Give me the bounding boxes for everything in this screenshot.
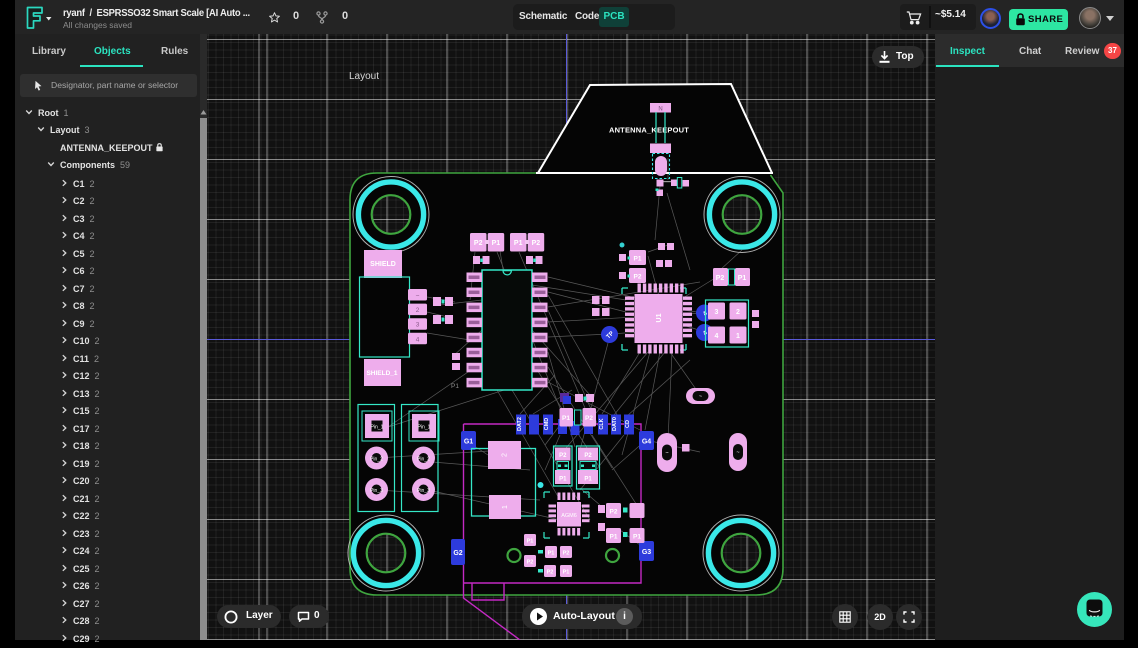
- svg-text:P1: P1: [562, 415, 570, 422]
- svg-text:N: N: [658, 107, 662, 113]
- svg-text:G4: G4: [642, 439, 651, 446]
- svg-text:P1: P1: [451, 383, 459, 390]
- svg-text:P2: P2: [527, 560, 534, 566]
- svg-text:P1: P1: [584, 477, 592, 483]
- svg-text:~: ~: [699, 394, 702, 400]
- svg-text:2: 2: [416, 307, 420, 314]
- svg-text:P2: P2: [584, 453, 592, 459]
- svg-text:Pin_2: Pin_2: [370, 457, 383, 463]
- svg-text:SHIELD: SHIELD: [370, 261, 396, 268]
- svg-text:P2: P2: [563, 551, 570, 557]
- svg-text:P1: P1: [527, 539, 534, 545]
- svg-text:CMD: CMD: [544, 418, 550, 431]
- svg-text:1: 1: [502, 505, 509, 509]
- svg-text:AGM6: AGM6: [561, 513, 577, 519]
- svg-text:G1: G1: [464, 439, 473, 446]
- svg-text:P2: P2: [585, 415, 593, 422]
- svg-text:Pin_1: Pin_1: [371, 425, 384, 431]
- svg-text:4: 4: [715, 333, 719, 340]
- svg-text:Pin_2: Pin_2: [417, 457, 430, 463]
- svg-text:DAT2: DAT2: [517, 417, 523, 431]
- svg-text:G2: G2: [453, 550, 462, 557]
- svg-text:P2: P2: [547, 570, 554, 576]
- svg-text:P1: P1: [559, 477, 567, 483]
- svg-text:P1: P1: [548, 551, 555, 557]
- svg-text:P2: P2: [610, 509, 618, 516]
- svg-text:G3: G3: [642, 549, 651, 556]
- svg-text:2: 2: [736, 309, 740, 316]
- svg-text:P2: P2: [532, 240, 541, 247]
- svg-text:P2: P2: [634, 274, 642, 281]
- svg-text:DAT0: DAT0: [612, 417, 618, 431]
- svg-text:4: 4: [416, 336, 420, 343]
- svg-text:P2: P2: [474, 240, 483, 247]
- svg-text:U1: U1: [656, 313, 663, 322]
- svg-text:3: 3: [416, 322, 420, 329]
- svg-text:~: ~: [665, 451, 668, 457]
- svg-text:ANTENNA_KEEPOUT: ANTENNA_KEEPOUT: [609, 126, 689, 135]
- svg-text:P1: P1: [492, 240, 501, 247]
- svg-text:CLK: CLK: [599, 418, 605, 429]
- svg-text:~: ~: [736, 450, 739, 456]
- svg-text:Pin_3: Pin_3: [370, 488, 383, 494]
- svg-text:2: 2: [502, 453, 509, 457]
- svg-text:P2: P2: [559, 453, 567, 459]
- svg-text:P1: P1: [738, 275, 747, 282]
- svg-text:1: 1: [736, 333, 740, 340]
- svg-text:P1: P1: [610, 534, 618, 541]
- svg-text:P2: P2: [716, 275, 725, 282]
- svg-text:3: 3: [715, 309, 719, 316]
- svg-text:P1: P1: [514, 240, 523, 247]
- svg-text:CD: CD: [625, 420, 631, 428]
- svg-text:P1: P1: [634, 256, 642, 263]
- svg-text:SHIELD_1: SHIELD_1: [366, 370, 397, 377]
- svg-text:P1: P1: [563, 570, 570, 576]
- svg-text:Pin_3: Pin_3: [417, 488, 430, 494]
- svg-text:P1: P1: [633, 534, 641, 541]
- svg-text:Pin_1: Pin_1: [418, 425, 431, 431]
- svg-text:~: ~: [416, 293, 420, 300]
